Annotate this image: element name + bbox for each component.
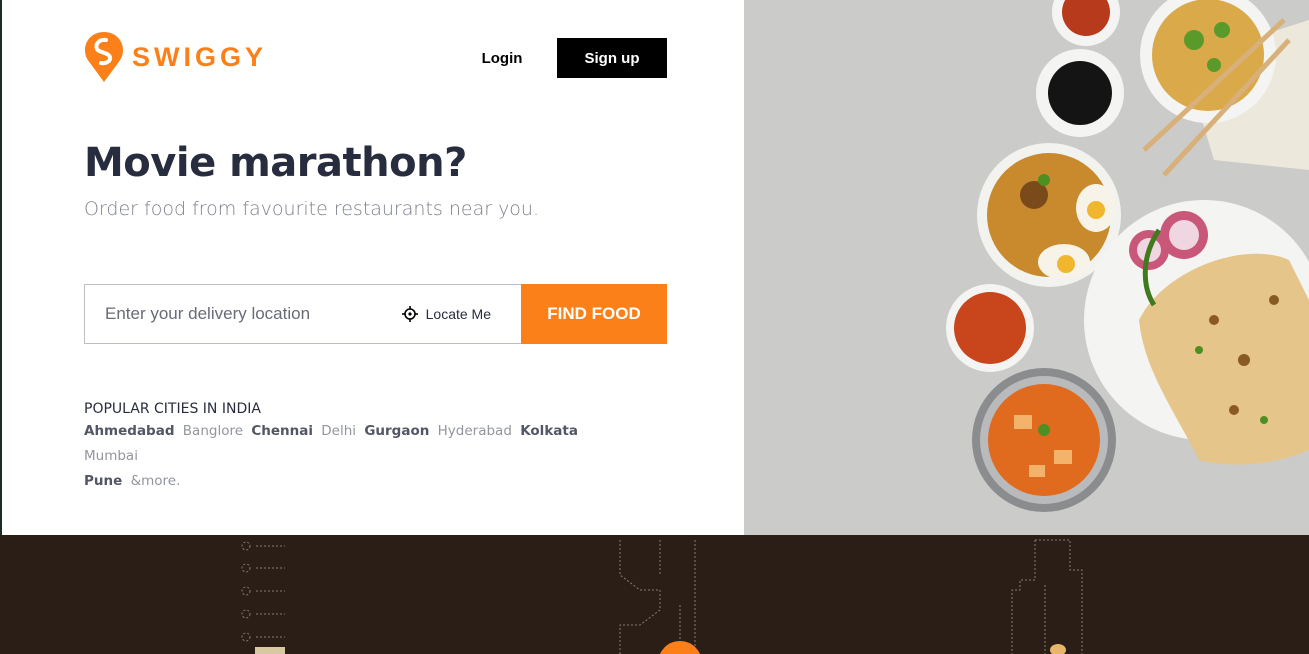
city-line-art: [241, 539, 1083, 654]
location-input[interactable]: [85, 285, 402, 343]
location-search-bar: Locate Me FIND FOOD: [84, 284, 667, 344]
popular-cities-list: Ahmedabad Banglore Chennai Delhi Gurgaon…: [84, 419, 644, 494]
login-button[interactable]: Login: [472, 38, 532, 78]
crosshair-icon: [401, 306, 418, 322]
hero-section: SWIGGY Login Sign up Movie marathon? Ord…: [0, 0, 1309, 535]
city-link-hyderabad[interactable]: Hyderabad: [438, 423, 512, 439]
city-link-kolkata[interactable]: Kolkata: [520, 423, 578, 439]
popular-cities-title: POPULAR CITIES IN INDIA: [84, 401, 261, 417]
city-link-pune[interactable]: Pune: [84, 473, 122, 489]
city-link-gurgaon[interactable]: Gurgaon: [364, 423, 429, 439]
city-link-mumbai[interactable]: Mumbai: [84, 448, 138, 464]
page-subtitle: Order food from favourite restaurants ne…: [84, 198, 540, 220]
brand-name: SWIGGY: [132, 41, 268, 72]
city-link-delhi[interactable]: Delhi: [321, 423, 356, 439]
hero-food-image: [744, 0, 1309, 535]
food-illustration: [744, 0, 1309, 535]
find-food-button[interactable]: FIND FOOD: [521, 284, 667, 344]
city-link-chennai[interactable]: Chennai: [251, 423, 313, 439]
city-link-banglore[interactable]: Banglore: [183, 423, 243, 439]
city-link-ahmedabad[interactable]: Ahmedabad: [84, 423, 175, 439]
locate-me-button[interactable]: Locate Me: [401, 285, 521, 343]
logo[interactable]: SWIGGY: [84, 30, 267, 84]
footer-illustration-band: [0, 535, 1309, 654]
hero-left-panel: SWIGGY Login Sign up Movie marathon? Ord…: [0, 0, 744, 535]
signup-button[interactable]: Sign up: [557, 38, 667, 78]
page-title: Movie marathon?: [84, 140, 467, 186]
swiggy-pin-icon: [85, 32, 123, 82]
locate-me-label: Locate Me: [425, 306, 491, 322]
city-link-more[interactable]: &more.: [131, 473, 181, 489]
